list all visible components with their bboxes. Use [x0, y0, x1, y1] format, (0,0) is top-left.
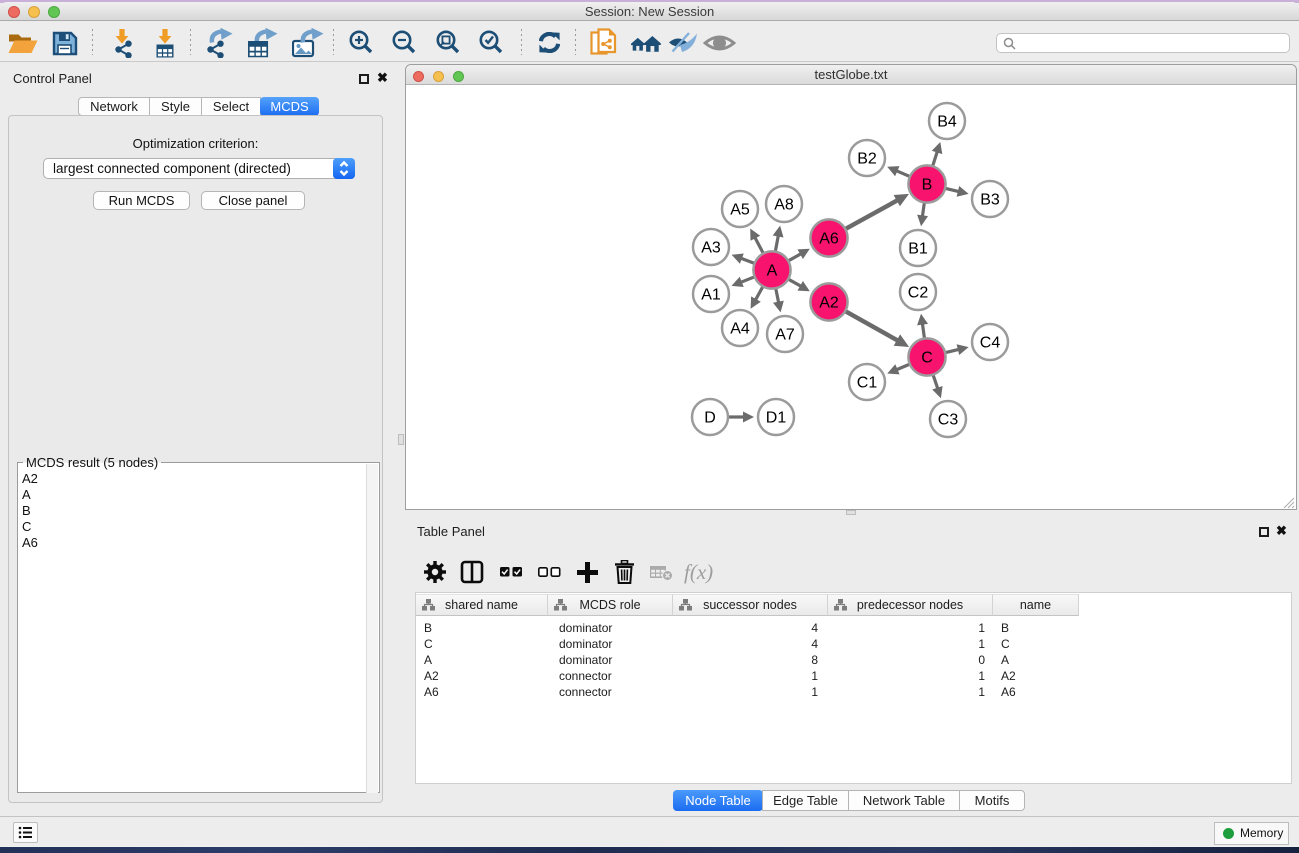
svg-text:B2: B2	[857, 151, 877, 168]
svg-text:B1: B1	[908, 241, 928, 258]
svg-text:A8: A8	[774, 197, 794, 214]
svg-text:A: A	[767, 263, 778, 280]
svg-text:B4: B4	[937, 114, 957, 131]
svg-text:C1: C1	[857, 375, 878, 392]
svg-text:B: B	[922, 177, 933, 194]
svg-text:C4: C4	[980, 335, 1001, 352]
svg-text:B3: B3	[980, 192, 1000, 209]
svg-text:A2: A2	[819, 295, 839, 312]
svg-text:A4: A4	[730, 321, 750, 338]
svg-text:D1: D1	[766, 410, 787, 427]
svg-text:A5: A5	[730, 202, 750, 219]
svg-text:A3: A3	[701, 240, 721, 257]
svg-text:C3: C3	[938, 412, 959, 429]
svg-text:A6: A6	[819, 231, 839, 248]
svg-text:D: D	[704, 410, 716, 427]
svg-text:C2: C2	[908, 285, 929, 302]
svg-text:C: C	[921, 350, 933, 367]
svg-text:A7: A7	[775, 327, 795, 344]
svg-text:A1: A1	[701, 287, 721, 304]
